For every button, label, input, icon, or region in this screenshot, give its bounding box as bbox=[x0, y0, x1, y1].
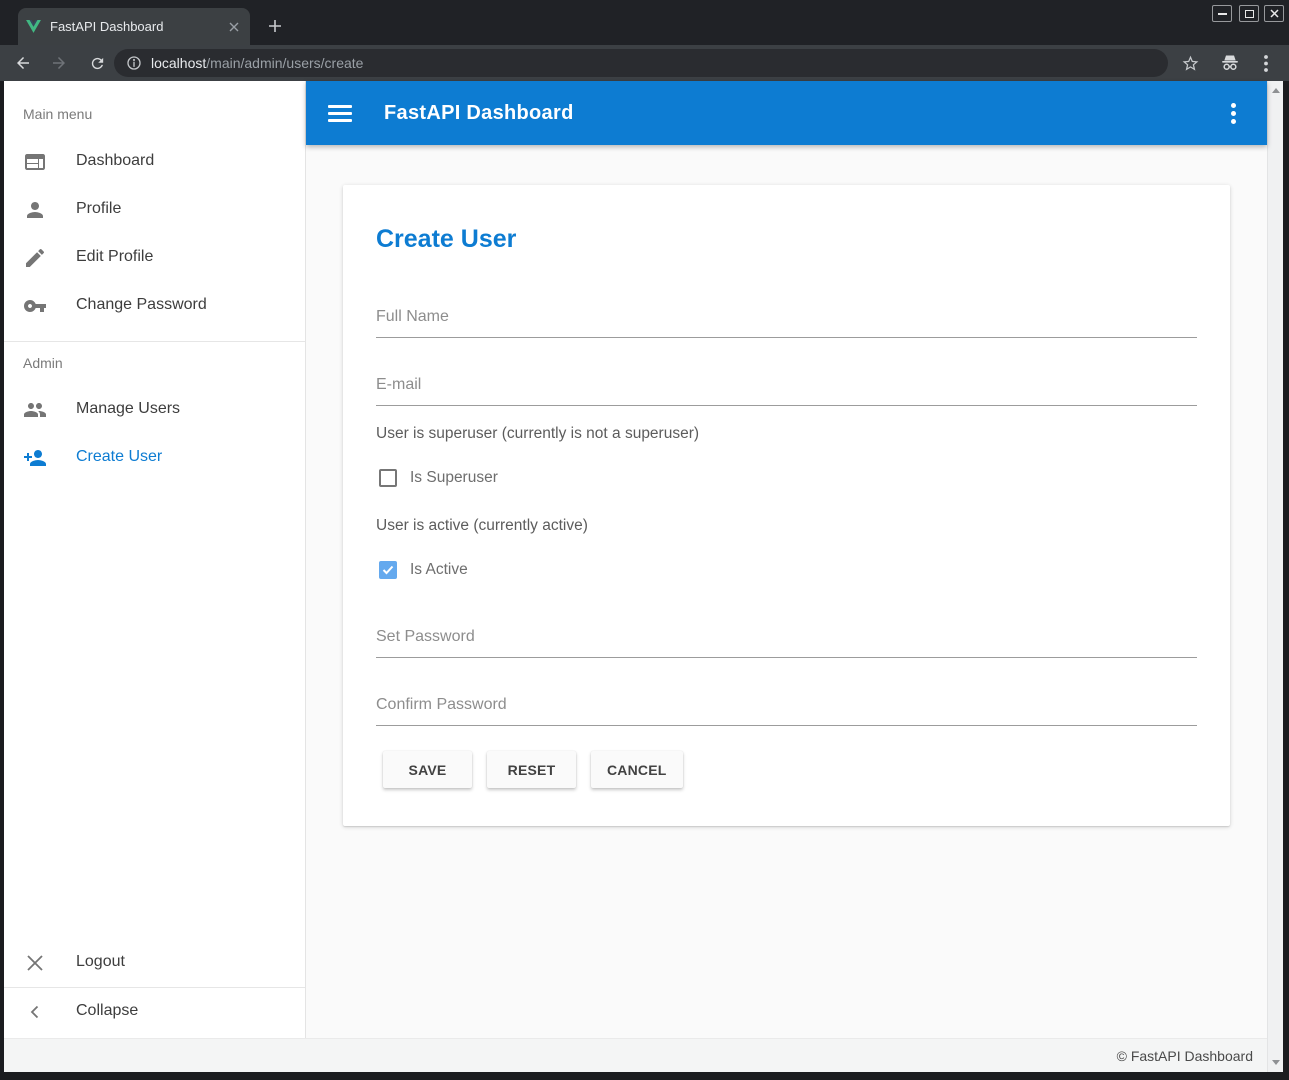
tab-strip: FastAPI Dashboard bbox=[0, 0, 1289, 45]
is-superuser-checkbox[interactable]: Is Superuser bbox=[379, 468, 498, 488]
set-password-field bbox=[376, 625, 1197, 658]
copyright-text: © FastAPI Dashboard bbox=[1117, 1048, 1253, 1064]
confirm-password-field bbox=[376, 693, 1197, 726]
info-icon[interactable] bbox=[126, 55, 142, 71]
sidebar-item-edit-profile[interactable]: Edit Profile bbox=[4, 234, 305, 282]
sidebar-section-admin: Admin bbox=[23, 355, 63, 371]
sidebar-item-profile[interactable]: Profile bbox=[4, 186, 305, 234]
page-title: Create User bbox=[376, 225, 516, 254]
browser-window: FastAPI Dashboard localhost/main/admin/u bbox=[0, 0, 1289, 1080]
vue-favicon-icon bbox=[26, 20, 41, 33]
confirm-password-input[interactable] bbox=[376, 693, 1197, 725]
sidebar-item-change-password[interactable]: Change Password bbox=[4, 282, 305, 330]
create-user-card: Create User User is superuser (currently… bbox=[343, 185, 1230, 826]
main-content: Create User User is superuser (currently… bbox=[306, 145, 1267, 1038]
sidebar-item-label: Profile bbox=[76, 200, 121, 218]
full-name-field bbox=[376, 305, 1197, 338]
page-footer: © FastAPI Dashboard bbox=[4, 1038, 1267, 1072]
chevron-left-icon bbox=[23, 1000, 47, 1024]
sidebar-divider bbox=[4, 341, 305, 342]
window-maximize-button[interactable] bbox=[1239, 5, 1259, 22]
appbar-kebab-icon[interactable] bbox=[1221, 101, 1245, 125]
scrollbar-down-icon[interactable] bbox=[1272, 1060, 1280, 1065]
tab-title: FastAPI Dashboard bbox=[50, 19, 226, 34]
sidebar-item-label: Collapse bbox=[76, 1002, 138, 1020]
reset-button[interactable]: RESET bbox=[487, 751, 576, 788]
new-tab-button[interactable] bbox=[262, 13, 288, 39]
full-name-input[interactable] bbox=[376, 305, 1197, 337]
email-field bbox=[376, 373, 1197, 406]
group-icon bbox=[23, 398, 47, 422]
browser-menu-icon[interactable] bbox=[1252, 49, 1280, 77]
back-icon[interactable] bbox=[8, 48, 38, 78]
tab-close-icon[interactable] bbox=[226, 19, 242, 35]
browser-tab[interactable]: FastAPI Dashboard bbox=[18, 8, 250, 45]
forward-icon[interactable] bbox=[44, 48, 74, 78]
dashboard-icon bbox=[23, 150, 47, 174]
sidebar-item-label: Edit Profile bbox=[76, 248, 153, 266]
address-bar[interactable]: localhost/main/admin/users/create bbox=[114, 49, 1168, 77]
sidebar-item-label: Logout bbox=[76, 953, 125, 971]
page-viewport: Main menu Dashboard Profile Edit Profile bbox=[4, 81, 1283, 1072]
sidebar-item-logout[interactable]: Logout bbox=[4, 939, 305, 987]
person-add-icon bbox=[23, 446, 47, 470]
sidebar-item-label: Create User bbox=[76, 448, 162, 466]
incognito-icon bbox=[1216, 49, 1244, 77]
active-helper-text: User is active (currently active) bbox=[376, 517, 588, 535]
window-close-button[interactable] bbox=[1264, 5, 1284, 22]
set-password-input[interactable] bbox=[376, 625, 1197, 657]
superuser-helper-text: User is superuser (currently is not a su… bbox=[376, 425, 699, 443]
checkbox-unchecked-icon[interactable] bbox=[379, 469, 397, 487]
url-host: localhost bbox=[151, 55, 206, 71]
checkbox-checked-icon[interactable] bbox=[379, 561, 397, 579]
sidebar-item-manage-users[interactable]: Manage Users bbox=[4, 386, 305, 434]
sidebar-section-main-menu: Main menu bbox=[23, 106, 92, 122]
sidebar-item-label: Manage Users bbox=[76, 400, 180, 418]
checkbox-label: Is Active bbox=[410, 561, 468, 579]
is-active-checkbox[interactable]: Is Active bbox=[379, 560, 468, 580]
cancel-button[interactable]: CANCEL bbox=[591, 751, 683, 788]
url-path: /main/admin/users/create bbox=[206, 55, 363, 71]
appbar-title: FastAPI Dashboard bbox=[384, 102, 574, 125]
window-minimize-button[interactable] bbox=[1212, 5, 1232, 22]
reload-icon[interactable] bbox=[82, 48, 112, 78]
sidebar-item-collapse[interactable]: Collapse bbox=[4, 988, 305, 1036]
sidebar-item-label: Dashboard bbox=[76, 152, 154, 170]
save-button[interactable]: SAVE bbox=[383, 751, 472, 788]
sidebar: Main menu Dashboard Profile Edit Profile bbox=[4, 81, 306, 1038]
edit-icon bbox=[23, 246, 47, 270]
email-input[interactable] bbox=[376, 373, 1197, 405]
sidebar-item-dashboard[interactable]: Dashboard bbox=[4, 138, 305, 186]
sidebar-item-create-user[interactable]: Create User bbox=[4, 434, 305, 482]
vertical-scrollbar[interactable] bbox=[1267, 81, 1283, 1072]
hamburger-menu-icon[interactable] bbox=[328, 100, 354, 126]
person-icon bbox=[23, 198, 47, 222]
sidebar-item-label: Change Password bbox=[76, 296, 207, 314]
form-buttons: SAVE RESET CANCEL bbox=[383, 751, 683, 788]
close-icon bbox=[23, 951, 47, 975]
appbar: FastAPI Dashboard bbox=[306, 81, 1267, 145]
bookmark-star-icon[interactable] bbox=[1176, 49, 1204, 77]
checkbox-label: Is Superuser bbox=[410, 469, 498, 487]
scrollbar-up-icon[interactable] bbox=[1272, 88, 1280, 93]
key-icon bbox=[23, 294, 47, 318]
